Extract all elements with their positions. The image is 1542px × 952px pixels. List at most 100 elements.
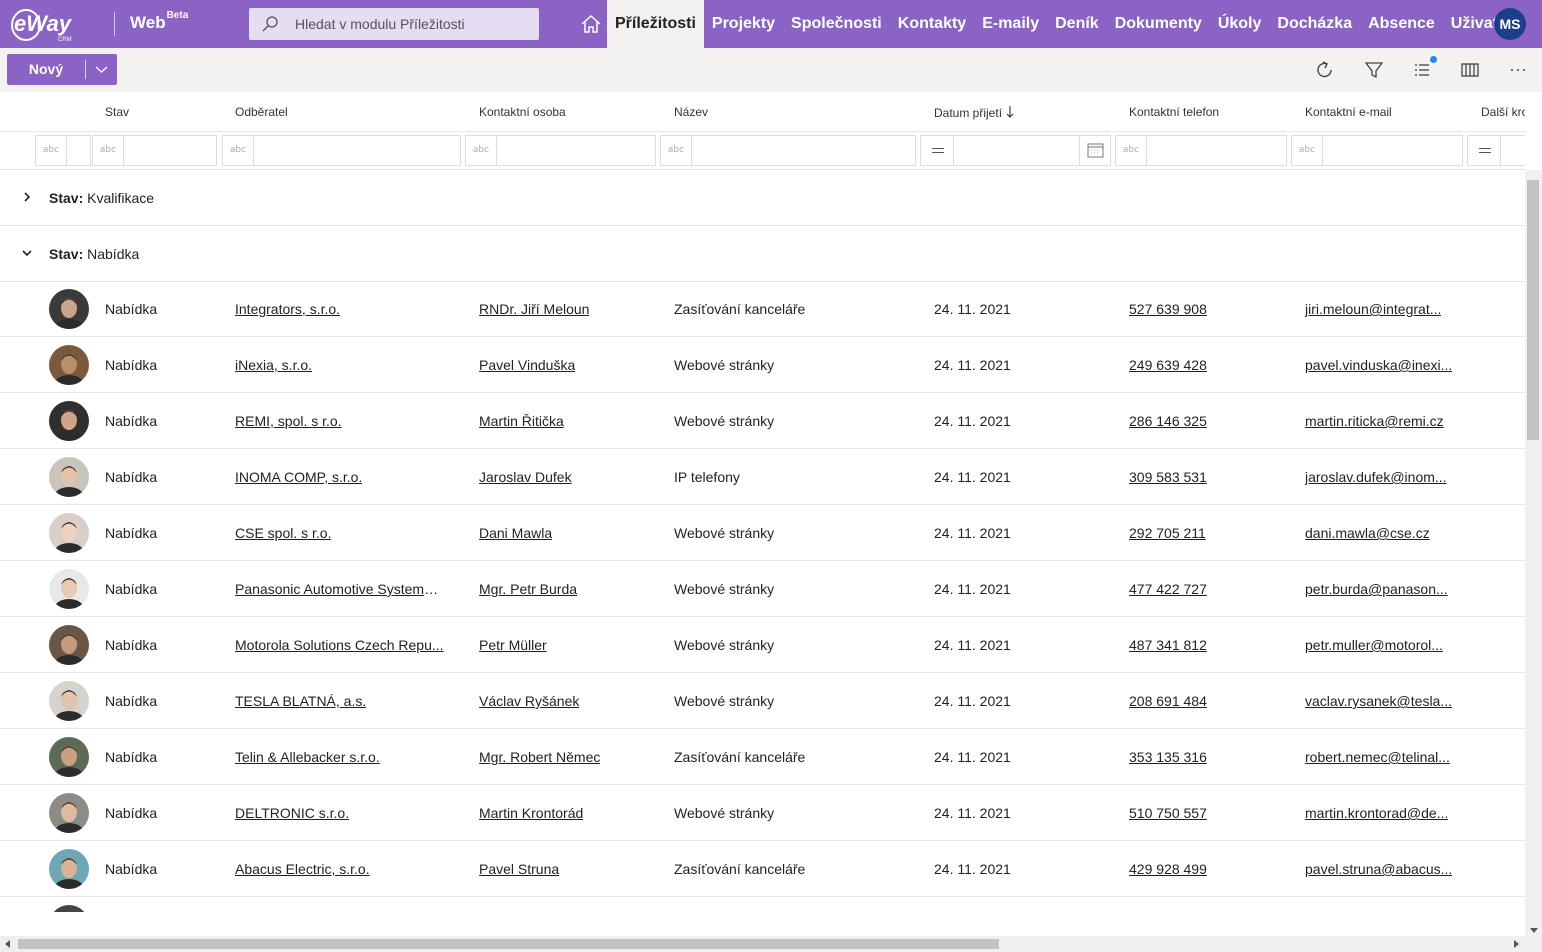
cell-email[interactable]: vaclav.rysanek@tesla...: [1305, 693, 1452, 709]
scroll-right-arrow[interactable]: [1514, 940, 1519, 948]
column-header-kontaktni-osoba[interactable]: Kontaktní osoba: [479, 105, 566, 119]
filter-icon[interactable]: [1363, 59, 1385, 81]
cell-osoba[interactable]: Dani Mawla: [479, 525, 552, 541]
cell-email[interactable]: jiri.meloun@integrat...: [1305, 301, 1441, 317]
cell-telefon[interactable]: 527 639 908: [1129, 301, 1207, 317]
column-header-kontaktni-email[interactable]: Kontaktní e-mail: [1305, 105, 1392, 119]
column-header-stav[interactable]: Stav: [105, 105, 129, 119]
nav-item-kontakty[interactable]: Kontakty: [890, 0, 974, 48]
text-filter-icon[interactable]: abc: [223, 136, 254, 165]
cell-email[interactable]: robert.nemec@telinal...: [1305, 749, 1450, 765]
filter-datum-prijeti[interactable]: [920, 135, 1111, 166]
scroll-left-arrow[interactable]: [5, 940, 10, 948]
filter-avatar[interactable]: abc: [35, 135, 91, 166]
cell-odberatel[interactable]: INOMA COMP, s.r.o.: [235, 469, 362, 485]
cell-odberatel[interactable]: REMI, spol. s r.o.: [235, 413, 342, 429]
new-button[interactable]: Nový: [7, 54, 117, 85]
table-row[interactable]: Nabídka iNexia, s.r.o. Pavel Vinduška Webov…: [0, 337, 1525, 393]
cell-osoba[interactable]: Pavel Struna: [479, 861, 559, 877]
filter-kontaktni-email[interactable]: abc: [1291, 135, 1463, 166]
table-row[interactable]: Nabídka Motorola Solutions Czech Repu... P…: [0, 617, 1525, 673]
table-row[interactable]: Nabídka TESLA BLATNÁ, a.s. Václav Ryšánek W…: [0, 673, 1525, 729]
cell-osoba[interactable]: Jaroslav Dufek: [479, 469, 572, 485]
list-view-icon[interactable]: [1411, 59, 1433, 81]
nav-item-prilezitosti[interactable]: Příležitosti: [607, 0, 704, 48]
filter-odberatel[interactable]: abc: [222, 135, 461, 166]
cell-email[interactable]: dani.mawla@cse.cz: [1305, 525, 1430, 541]
cell-email[interactable]: martin.krontorad@de...: [1305, 805, 1448, 821]
cell-odberatel[interactable]: CSE spol. s r.o.: [235, 525, 331, 541]
cell-odberatel[interactable]: iNexia, s.r.o.: [235, 357, 312, 373]
table-row[interactable]: Nabídka CSE spol. s r.o. Dani Mawla Webové …: [0, 505, 1525, 561]
text-filter-icon[interactable]: abc: [93, 136, 124, 165]
text-filter-icon[interactable]: abc: [661, 136, 692, 165]
table-row[interactable]: Nabídka DELTRONIC s.r.o. Martin Krontorád W…: [0, 785, 1525, 841]
column-header-nazev[interactable]: Název: [674, 105, 708, 119]
cell-odberatel[interactable]: Abacus Electric, s.r.o.: [235, 861, 370, 877]
filter-dalsi-krok[interactable]: [1467, 135, 1525, 166]
cell-odberatel[interactable]: Motorola Solutions Czech Repu...: [235, 637, 444, 653]
table-row[interactable]: [0, 897, 1525, 912]
cell-telefon[interactable]: 286 146 325: [1129, 413, 1207, 429]
home-icon[interactable]: [578, 13, 604, 35]
cell-email[interactable]: petr.muller@motorol...: [1305, 637, 1443, 653]
eway-logo[interactable]: eWay CRM: [8, 4, 92, 44]
cell-osoba[interactable]: RNDr. Jiří Meloun: [479, 301, 589, 317]
search-input[interactable]: [295, 8, 535, 40]
text-filter-icon[interactable]: abc: [466, 136, 497, 165]
cell-telefon[interactable]: 477 422 727: [1129, 581, 1207, 597]
chevron-right-icon[interactable]: [20, 190, 34, 204]
equals-filter-icon[interactable]: [1468, 136, 1501, 165]
cell-telefon[interactable]: 353 135 316: [1129, 749, 1207, 765]
filter-stav[interactable]: abc: [92, 135, 217, 166]
equals-filter-icon[interactable]: [921, 136, 954, 165]
cell-odberatel[interactable]: DELTRONIC s.r.o.: [235, 805, 349, 821]
cell-telefon[interactable]: 292 705 211: [1129, 525, 1206, 541]
text-filter-icon[interactable]: abc: [36, 136, 67, 165]
search-box[interactable]: [249, 8, 539, 40]
horizontal-scroll-thumb[interactable]: [18, 939, 999, 949]
nav-item-spolecnosti[interactable]: Společnosti: [783, 0, 890, 48]
table-row[interactable]: Nabídka Abacus Electric, s.r.o. Pavel Stru…: [0, 841, 1525, 897]
chevron-down-icon[interactable]: [20, 246, 34, 260]
cell-email[interactable]: jaroslav.dufek@inom...: [1305, 469, 1447, 485]
nav-item-projekty[interactable]: Projekty: [704, 0, 783, 48]
vertical-scrollbar[interactable]: [1525, 170, 1542, 936]
cell-odberatel[interactable]: Panasonic Automotive Systems ...: [235, 581, 445, 597]
nav-item-absence[interactable]: Absence: [1360, 0, 1443, 48]
nav-item-dochazka[interactable]: Docházka: [1269, 0, 1360, 48]
refresh-icon[interactable]: [1314, 59, 1336, 81]
cell-email[interactable]: martin.riticka@remi.cz: [1305, 413, 1444, 429]
column-header-dalsi-krok[interactable]: Další kro: [1481, 105, 1525, 119]
cell-osoba[interactable]: Pavel Vinduška: [479, 357, 575, 373]
cell-odberatel[interactable]: Integrators, s.r.o.: [235, 301, 340, 317]
table-row[interactable]: Nabídka INOMA COMP, s.r.o. Jaroslav Dufek I…: [0, 449, 1525, 505]
cell-osoba[interactable]: Martin Krontorád: [479, 805, 583, 821]
cell-telefon[interactable]: 487 341 812: [1129, 637, 1207, 653]
nav-item-ukoly[interactable]: Úkoly: [1210, 0, 1270, 48]
cell-odberatel[interactable]: TESLA BLATNÁ, a.s.: [235, 693, 366, 709]
cell-telefon[interactable]: 208 691 484: [1129, 693, 1207, 709]
table-row[interactable]: Nabídka Telin & Allebacker s.r.o. Mgr. Rob…: [0, 729, 1525, 785]
cell-email[interactable]: petr.burda@panason...: [1305, 581, 1448, 597]
cell-osoba[interactable]: Petr Müller: [479, 637, 547, 653]
column-header-odberatel[interactable]: Odběratel: [235, 105, 288, 119]
filter-kontaktni-osoba[interactable]: abc: [465, 135, 656, 166]
new-button-label[interactable]: Nový: [7, 54, 85, 85]
group-header-nabidka[interactable]: Stav: Nabídka: [0, 226, 1525, 282]
nav-item-dokumenty[interactable]: Dokumenty: [1107, 0, 1210, 48]
nav-item-denik[interactable]: Deník: [1047, 0, 1107, 48]
user-avatar[interactable]: MS: [1494, 8, 1526, 40]
scroll-down-arrow[interactable]: [1530, 928, 1538, 933]
table-row[interactable]: Nabídka Integrators, s.r.o. RNDr. Jiří Mel…: [0, 281, 1525, 337]
horizontal-scrollbar[interactable]: [0, 936, 1542, 952]
cell-osoba[interactable]: Mgr. Petr Burda: [479, 581, 577, 597]
more-icon[interactable]: [1507, 59, 1529, 81]
nav-item-emaily[interactable]: E-maily: [974, 0, 1047, 48]
text-filter-icon[interactable]: abc: [1292, 136, 1323, 165]
column-header-kontaktni-telefon[interactable]: Kontaktní telefon: [1129, 105, 1219, 119]
cell-odberatel[interactable]: Telin & Allebacker s.r.o.: [235, 749, 380, 765]
calendar-icon[interactable]: [1079, 136, 1110, 165]
columns-icon[interactable]: [1459, 59, 1481, 81]
group-header-kvalifikace[interactable]: Stav: Kvalifikace: [0, 170, 1525, 226]
